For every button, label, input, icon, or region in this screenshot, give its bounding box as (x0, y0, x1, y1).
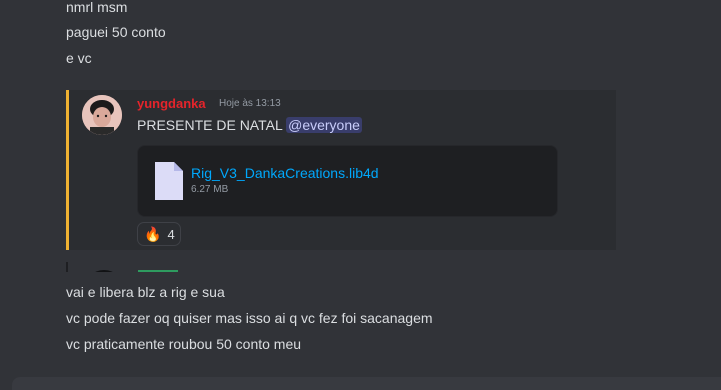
fire-icon: 🔥 (144, 226, 162, 242)
file-size: 6.27 MB (191, 184, 229, 195)
chat-message: vai e libera blz a rig e sua (66, 284, 225, 300)
chat-message: paguei 50 conto (66, 24, 166, 40)
mention-everyone[interactable]: @everyone (286, 117, 362, 133)
reaction-button[interactable]: 🔥 4 (137, 222, 181, 246)
avatar (84, 270, 124, 272)
avatar[interactable] (82, 95, 122, 135)
chat-view: nmrl msm paguei 50 conto e vc yungdanka … (0, 0, 721, 390)
username (138, 270, 178, 272)
file-icon (153, 160, 185, 202)
partial-embed (66, 262, 266, 272)
message-text: PRESENTE DE NATAL (137, 117, 283, 133)
embed-divider (66, 262, 68, 272)
file-name-link[interactable]: Rig_V3_DankaCreations.lib4d (191, 165, 379, 181)
quoted-message-text: PRESENTE DE NATAL @everyone (137, 116, 362, 134)
reaction-count: 4 (167, 226, 175, 242)
message-composer[interactable] (12, 377, 721, 390)
chat-message: nmrl msm (66, 0, 128, 15)
username[interactable]: yungdanka (137, 96, 206, 111)
chat-message: vc praticamente roubou 50 conto meu (66, 336, 302, 352)
chat-message: e vc (66, 50, 92, 66)
chat-message: vc pode fazer oq quiser mas isso ai q vc… (66, 310, 433, 326)
message-timestamp: Hoje às 13:13 (219, 98, 281, 109)
file-attachment[interactable]: Rig_V3_DankaCreations.lib4d 6.27 MB (137, 145, 558, 217)
